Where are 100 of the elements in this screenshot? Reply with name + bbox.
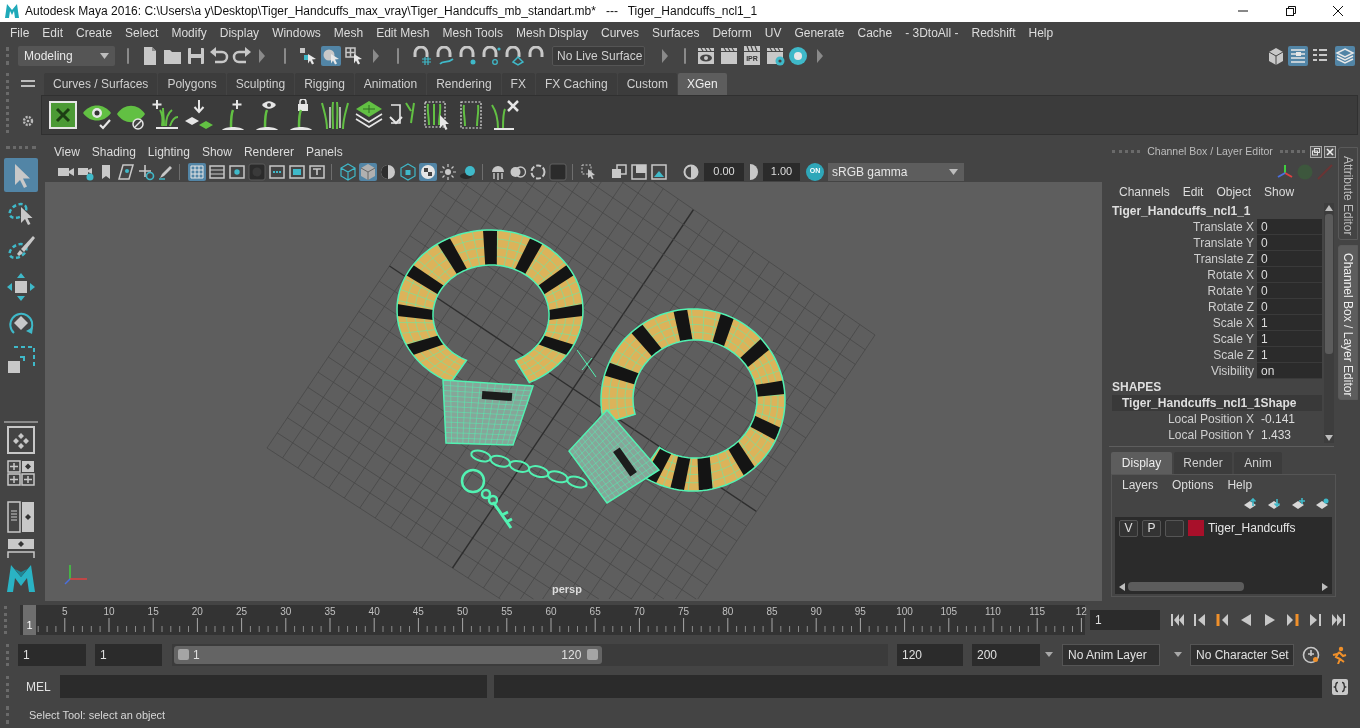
grid-icon[interactable] — [188, 162, 206, 181]
channel-value-field[interactable]: 0 — [1257, 283, 1322, 299]
shelf-tab[interactable]: Rendering — [427, 73, 501, 95]
live-surface-field[interactable]: No Live Surface — [552, 46, 645, 66]
strands-icon[interactable] — [320, 99, 350, 131]
arrow-tiles-icon[interactable] — [184, 99, 214, 131]
dashed-circle-icon[interactable] — [529, 162, 547, 181]
view-transform-dropdown[interactable]: sRGB gamma — [828, 162, 964, 181]
menu-item[interactable]: Generate — [794, 24, 845, 42]
time-ruler[interactable]: 5 10 15 20 25 30 35 40 45 50 55 60 65 70 75 80 85 90 95 100 105 110 115 12 1 — [20, 604, 1085, 635]
clapper-gear-icon[interactable] — [765, 46, 785, 66]
menu-set-dropdown[interactable]: Modeling — [18, 46, 115, 66]
character-set-field[interactable]: No Character Set — [1190, 643, 1294, 666]
channel-value-field[interactable]: 0 — [1257, 235, 1322, 251]
collapse-arrow-icon[interactable] — [259, 49, 265, 63]
field-chart-icon[interactable] — [268, 162, 286, 181]
gear-icon[interactable] — [22, 115, 34, 127]
viewport[interactable]: persp — [45, 182, 1102, 601]
channel-value-field[interactable]: 1 — [1257, 315, 1322, 331]
panel-menu-item[interactable]: Renderer — [243, 143, 294, 161]
menu-item[interactable]: UV — [764, 24, 782, 42]
collapse-arrow-icon[interactable] — [373, 49, 379, 63]
visibility-toggle[interactable]: V — [1119, 519, 1138, 537]
playback-toggle[interactable]: P — [1142, 519, 1161, 537]
gamma-field[interactable]: 1.00 — [763, 162, 800, 181]
x-box-icon[interactable] — [48, 99, 78, 131]
component-select-icon[interactable] — [344, 46, 364, 66]
scroll-left-icon[interactable] — [1119, 582, 1125, 591]
panel-menu-item[interactable]: Panels — [305, 143, 343, 161]
layer-up-icon[interactable] — [1243, 498, 1257, 510]
range-handle-icon[interactable] — [587, 649, 599, 660]
shelf-tab[interactable]: Animation — [354, 73, 427, 95]
layer-tab[interactable]: Display — [1111, 452, 1172, 474]
shelf-tab[interactable]: Sculpting — [226, 73, 295, 95]
channel-value-field[interactable]: 0 — [1257, 219, 1322, 235]
shelf-tab[interactable]: FX Caching — [535, 73, 617, 95]
hierarchy-select-icon[interactable] — [298, 46, 318, 66]
go-to-start-icon[interactable] — [1171, 612, 1185, 627]
caret-icon[interactable] — [1174, 652, 1182, 657]
scrollbar[interactable] — [1324, 203, 1334, 443]
next-key-icon[interactable] — [1286, 612, 1300, 627]
shelf-tab[interactable]: XGen — [677, 73, 727, 95]
menu-item[interactable]: Mesh — [333, 24, 364, 42]
shelf-tab[interactable]: Curves / Surfaces — [44, 73, 158, 95]
layer-menu-item[interactable]: Help — [1227, 476, 1253, 494]
film-gate-icon[interactable] — [208, 162, 226, 181]
layer-menu-item[interactable]: Layers — [1122, 476, 1159, 494]
new-layer-icon[interactable] — [1291, 498, 1305, 510]
safe-action-icon[interactable] — [288, 162, 306, 181]
scroll-up-icon[interactable] — [1325, 205, 1333, 211]
half-shaded-circle-icon[interactable] — [379, 162, 397, 181]
scroll-right-icon[interactable] — [1322, 582, 1328, 591]
channel-value-field[interactable]: 1 — [1257, 347, 1322, 363]
channel-menu-item[interactable]: Edit — [1182, 182, 1204, 201]
menu-item[interactable]: - 3DtoAll - — [905, 24, 959, 42]
image-icon[interactable] — [650, 162, 668, 181]
magnet-point-icon[interactable] — [458, 46, 478, 66]
menu-item[interactable]: Surfaces — [652, 24, 700, 42]
safe-title-icon[interactable] — [308, 162, 326, 181]
layer-down-icon[interactable] — [1267, 498, 1281, 510]
panel-menu-item[interactable]: Show — [201, 143, 232, 161]
side-tab[interactable]: Channel Box / Layer Editor — [1338, 245, 1358, 400]
overlapping-squares-icon[interactable] — [610, 162, 628, 181]
layered-tiles-icon[interactable] — [354, 99, 384, 131]
channel-value-field[interactable]: 0 — [1257, 267, 1322, 283]
menu-item[interactable]: Deform — [712, 24, 752, 42]
magnet-dots-icon[interactable] — [481, 46, 501, 66]
shelf-tab[interactable]: Custom — [617, 73, 677, 95]
layer-color-swatch[interactable] — [1188, 520, 1204, 536]
frame-cursor-icon[interactable] — [422, 99, 452, 131]
menu-item[interactable]: Edit Mesh — [376, 24, 430, 42]
textured-cube-icon[interactable] — [399, 162, 417, 181]
script-editor-icon[interactable] — [1331, 677, 1349, 696]
horizontal-scrollbar[interactable] — [1117, 581, 1330, 592]
menu-item[interactable]: Modify — [171, 24, 207, 42]
menu-item[interactable]: Redshift — [971, 24, 1016, 42]
go-to-end-icon[interactable] — [1331, 612, 1345, 627]
magnet-grid-icon[interactable] — [412, 46, 432, 66]
script-language-button[interactable]: MEL — [26, 677, 60, 696]
caret-icon[interactable] — [1045, 652, 1053, 657]
scrollbar-thumb[interactable] — [1128, 582, 1244, 591]
checker-icon[interactable] — [419, 162, 437, 181]
restore-icon[interactable] — [1286, 6, 1296, 16]
running-figure-icon[interactable] — [1330, 645, 1348, 664]
x-strands-icon[interactable] — [490, 99, 520, 131]
render-ring-icon[interactable] — [788, 46, 808, 66]
image-plane-icon[interactable] — [117, 162, 135, 181]
menu-item[interactable]: Edit — [42, 24, 64, 42]
layer-name[interactable]: Tiger_Handcuffs — [1208, 519, 1296, 537]
menu-item[interactable]: Mesh Tools — [442, 24, 503, 42]
menu-item[interactable]: Select — [125, 24, 159, 42]
collapse-arrow-icon[interactable] — [817, 49, 823, 63]
maya-logo-icon[interactable] — [5, 563, 37, 593]
step-back-icon[interactable] — [1193, 612, 1207, 627]
menu-item[interactable]: Mesh Display — [516, 24, 589, 42]
four-pane-layout-icon[interactable] — [7, 460, 35, 486]
command-input-field[interactable] — [60, 675, 487, 698]
attribute-list-icon[interactable] — [1288, 46, 1308, 66]
menu-item[interactable]: Display — [219, 24, 260, 42]
menu-item[interactable]: Help — [1028, 24, 1054, 42]
